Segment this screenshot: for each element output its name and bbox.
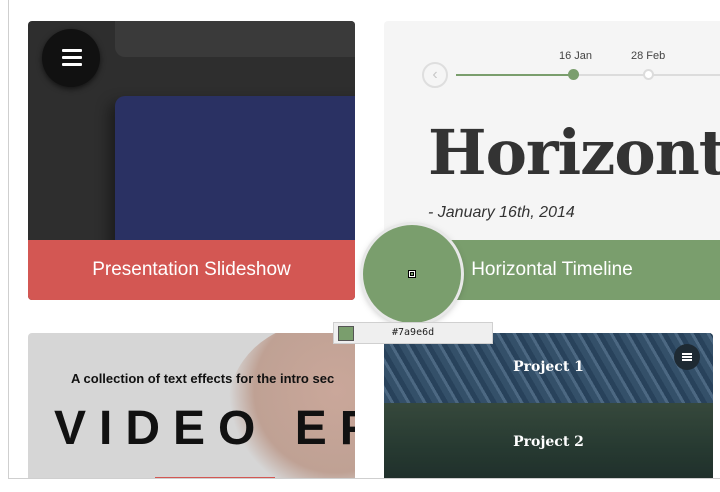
video-title: VIDEO EF: [54, 402, 355, 455]
window-border-left: [8, 0, 9, 478]
timeline-date[interactable]: 28 Feb: [631, 50, 665, 62]
project-title: Project 1: [513, 359, 584, 375]
timeline-subheading: - January 16th, 2014: [428, 204, 575, 221]
timeline-dot[interactable]: [643, 69, 654, 80]
color-swatch: [338, 326, 354, 341]
crosshair-icon: [408, 270, 416, 278]
chevron-left-icon[interactable]: ‹: [422, 62, 448, 88]
card-title[interactable]: Presentation Slideshow: [28, 240, 355, 300]
timeline-dot-active[interactable]: [568, 69, 579, 80]
timeline-heading: Horizonta: [428, 116, 720, 189]
timeline-date[interactable]: 16 Jan: [559, 50, 592, 62]
color-picker-readout: #7a9e6d: [333, 322, 493, 344]
hamburger-menu-icon[interactable]: [42, 29, 100, 87]
slide-preview-top: [115, 21, 355, 57]
below-window-strip: [0, 479, 720, 492]
project-title: Project 2: [513, 434, 584, 450]
timeline-progress: [456, 74, 574, 76]
color-hex-value: #7a9e6d: [392, 327, 435, 338]
video-subtitle: A collection of text effects for the int…: [71, 371, 335, 386]
card-projects[interactable]: Project 1 Project 2: [384, 333, 713, 478]
slide-preview: [115, 96, 355, 256]
accent-bar: [155, 477, 275, 478]
card-presentation-slideshow[interactable]: Presentation Slideshow: [28, 21, 355, 300]
project-tile[interactable]: Project 2: [384, 403, 713, 478]
hamburger-menu-icon[interactable]: [674, 344, 700, 370]
card-video-effects[interactable]: A collection of text effects for the int…: [28, 333, 355, 478]
color-picker-magnifier: [363, 225, 461, 323]
